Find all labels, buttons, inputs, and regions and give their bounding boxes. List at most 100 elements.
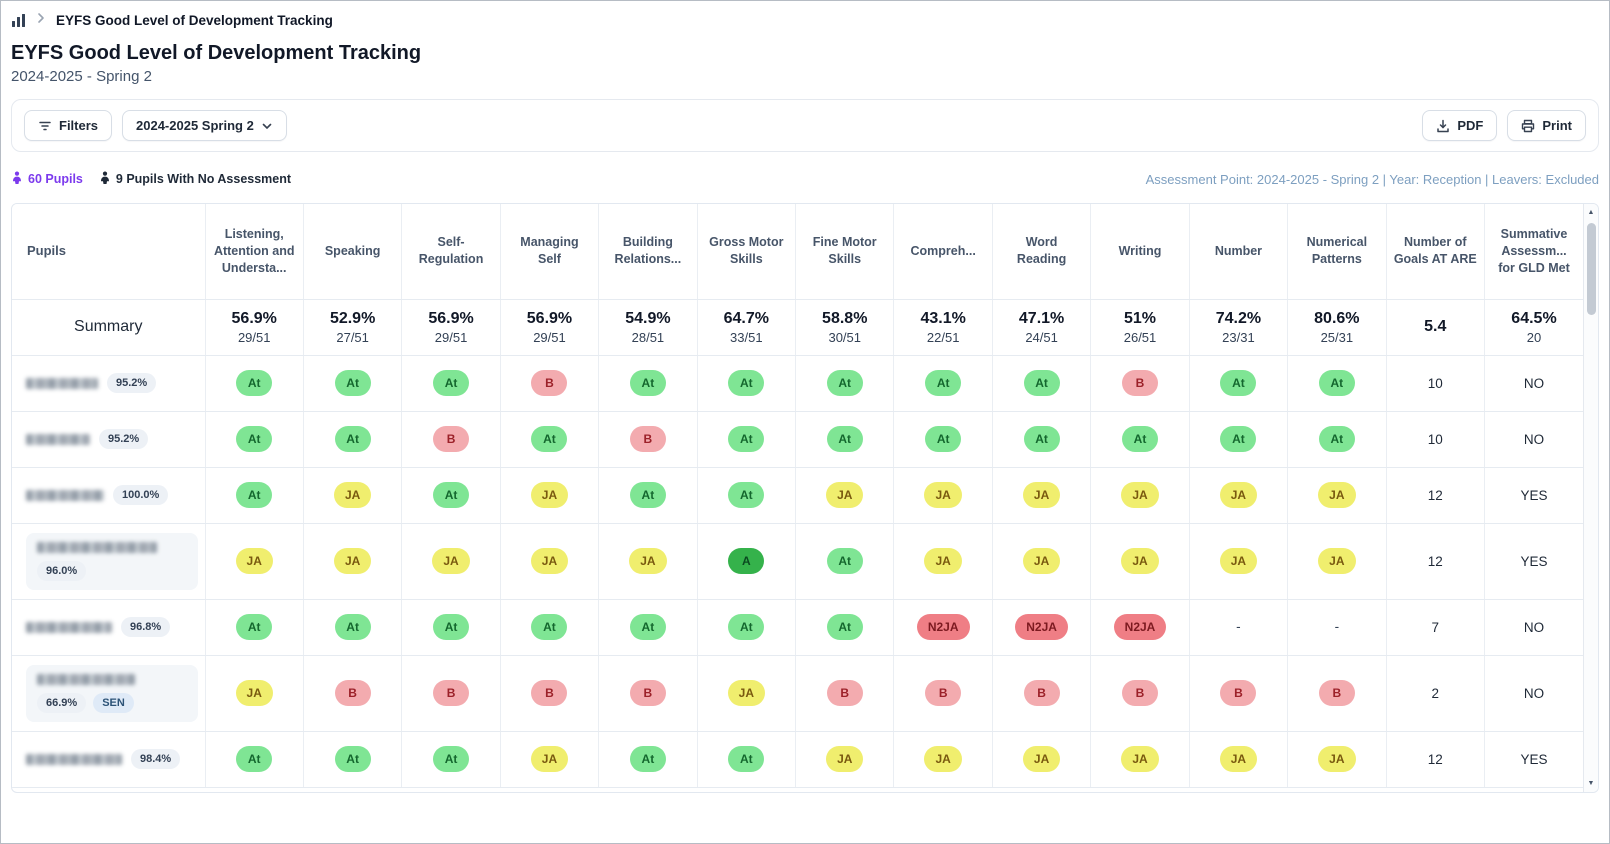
summary-cell: 56.9%29/51 (500, 299, 598, 355)
assessment-cell: N2JA (1091, 599, 1189, 655)
assessment-pill-at: At (728, 370, 764, 396)
assessment-cell: At (697, 731, 795, 787)
summary-fraction: 20 (1486, 330, 1582, 345)
summary-percentage: 64.7% (699, 309, 794, 328)
assessment-pill-at: At (433, 746, 469, 772)
assessment-cell: At (796, 355, 894, 411)
filters-button[interactable]: Filters (24, 110, 112, 141)
pupil-cell[interactable]: 100.0% (12, 467, 205, 523)
assessment-pill-at: At (728, 614, 764, 640)
assessment-pill-ja: JA (334, 482, 371, 508)
assessment-pill-at: At (236, 426, 272, 452)
summary-percentage: 54.9% (600, 309, 695, 328)
person-icon (99, 171, 111, 187)
assessment-cell: JA (402, 523, 500, 599)
scroll-down-arrow[interactable]: ▼ (1584, 775, 1598, 792)
assessment-cell: B (599, 411, 697, 467)
print-button[interactable]: Print (1507, 110, 1586, 141)
assessment-pill-ja: JA (1318, 482, 1355, 508)
column-header-gross-motor-skills: Gross Motor Skills (697, 204, 795, 299)
toolbar: Filters 2024-2025 Spring 2 PDF Print (11, 99, 1599, 152)
column-header-writing: Writing (1091, 204, 1189, 299)
assessment-cell: At (796, 599, 894, 655)
assessment-pill-ja: JA (1318, 746, 1355, 772)
summary-percentage: 5.4 (1388, 317, 1483, 336)
pupil-cell[interactable]: 95.2% (12, 355, 205, 411)
summary-fraction: 25/31 (1289, 330, 1384, 345)
assessment-pill-at: At (1024, 426, 1060, 452)
summary-cell: 58.8%30/51 (796, 299, 894, 355)
assessment-cell: B (1091, 355, 1189, 411)
pupil-cell[interactable]: 66.9%SEN (12, 655, 205, 731)
pupil-cell[interactable]: 95.2% (12, 411, 205, 467)
gld-met-value: NO (1484, 599, 1583, 655)
person-icon (11, 171, 23, 187)
scrollbar-thumb[interactable] (1587, 223, 1596, 315)
assessment-cell: At (1189, 355, 1287, 411)
assessment-cell: B (1288, 655, 1386, 731)
assessment-cell: JA (1288, 467, 1386, 523)
print-button-label: Print (1542, 118, 1572, 133)
vertical-scrollbar[interactable]: ▲ ▼ (1583, 204, 1598, 792)
assessment-pill-ja: JA (1023, 548, 1060, 574)
breadcrumb: EYFS Good Level of Development Tracking (11, 1, 1599, 29)
assessment-pill-b: B (1319, 680, 1355, 706)
assessment-cell: At (697, 599, 795, 655)
summary-fraction: 24/51 (994, 330, 1089, 345)
summary-fraction: 33/51 (699, 330, 794, 345)
assessment-pill-at: At (236, 614, 272, 640)
summary-cell: 80.6%25/31 (1288, 299, 1386, 355)
assessment-cell: JA (992, 731, 1090, 787)
assessment-cell: JA (500, 467, 598, 523)
assessment-pill-b: B (531, 680, 567, 706)
assessment-cell: JA (1091, 523, 1189, 599)
assessment-cell: At (992, 411, 1090, 467)
attendance-badge: 66.9% (37, 693, 86, 713)
bar-chart-icon[interactable] (11, 13, 26, 28)
goals-at-are-value: 12 (1386, 731, 1484, 787)
assessment-pill-ja: JA (924, 548, 961, 574)
pupil-row: 100.0%AtJAAtJAAtAtJAJAJAJAJAJA12YES (12, 467, 1583, 523)
assessment-cell: JA (796, 467, 894, 523)
assessment-pill-at: At (335, 426, 371, 452)
assessment-pill-at: At (1220, 370, 1256, 396)
pdf-button[interactable]: PDF (1422, 110, 1497, 141)
summary-cell: 52.9%27/51 (303, 299, 401, 355)
pupil-row: 98.4%AtAtAtJAAtAtJAJAJAJAJAJA12YES (12, 731, 1583, 787)
assessment-pill-at: At (433, 614, 469, 640)
assessment-cell: At (205, 599, 303, 655)
printer-icon (1521, 119, 1535, 133)
assessment-cell: B (303, 655, 401, 731)
pupil-cell[interactable]: 98.4% (12, 731, 205, 787)
assessment-cell: JA (1091, 731, 1189, 787)
assessment-pill-at: At (728, 426, 764, 452)
summary-percentage: 47.1% (994, 309, 1089, 328)
assessment-pill-at: At (827, 370, 863, 396)
assessment-pill-ja: JA (728, 680, 765, 706)
breadcrumb-current: EYFS Good Level of Development Tracking (56, 13, 333, 28)
pupil-name-redacted (26, 622, 112, 633)
assessment-pill-at: At (827, 614, 863, 640)
pupil-cell[interactable]: 96.8% (12, 599, 205, 655)
assessment-context: Assessment Point: 2024-2025 - Spring 2 |… (1146, 172, 1599, 187)
goals-at-are-value: 7 (1386, 599, 1484, 655)
pupil-cell[interactable]: 96.0% (12, 523, 205, 599)
column-header-speaking: Speaking (303, 204, 401, 299)
column-header-numerical-patterns: Numerical Patterns (1288, 204, 1386, 299)
summary-percentage: 52.9% (305, 309, 400, 328)
summary-percentage: 58.8% (797, 309, 892, 328)
assessment-cell: At (1189, 411, 1287, 467)
summary-fraction: 29/51 (207, 330, 302, 345)
scroll-up-arrow[interactable]: ▲ (1584, 204, 1598, 221)
summary-percentage: 56.9% (207, 309, 302, 328)
column-header-managing-self: Managing Self (500, 204, 598, 299)
assessment-pill-at: At (335, 746, 371, 772)
assessment-pill-at: At (236, 482, 272, 508)
assessment-cell: At (402, 731, 500, 787)
summary-percentage: 51% (1092, 309, 1187, 328)
period-dropdown[interactable]: 2024-2025 Spring 2 (122, 110, 287, 141)
assessment-pill-at: At (728, 482, 764, 508)
summary-cell: 64.7% 33/51 (697, 299, 795, 355)
assessment-cell: At (599, 599, 697, 655)
assessment-pill-ja: JA (924, 482, 961, 508)
